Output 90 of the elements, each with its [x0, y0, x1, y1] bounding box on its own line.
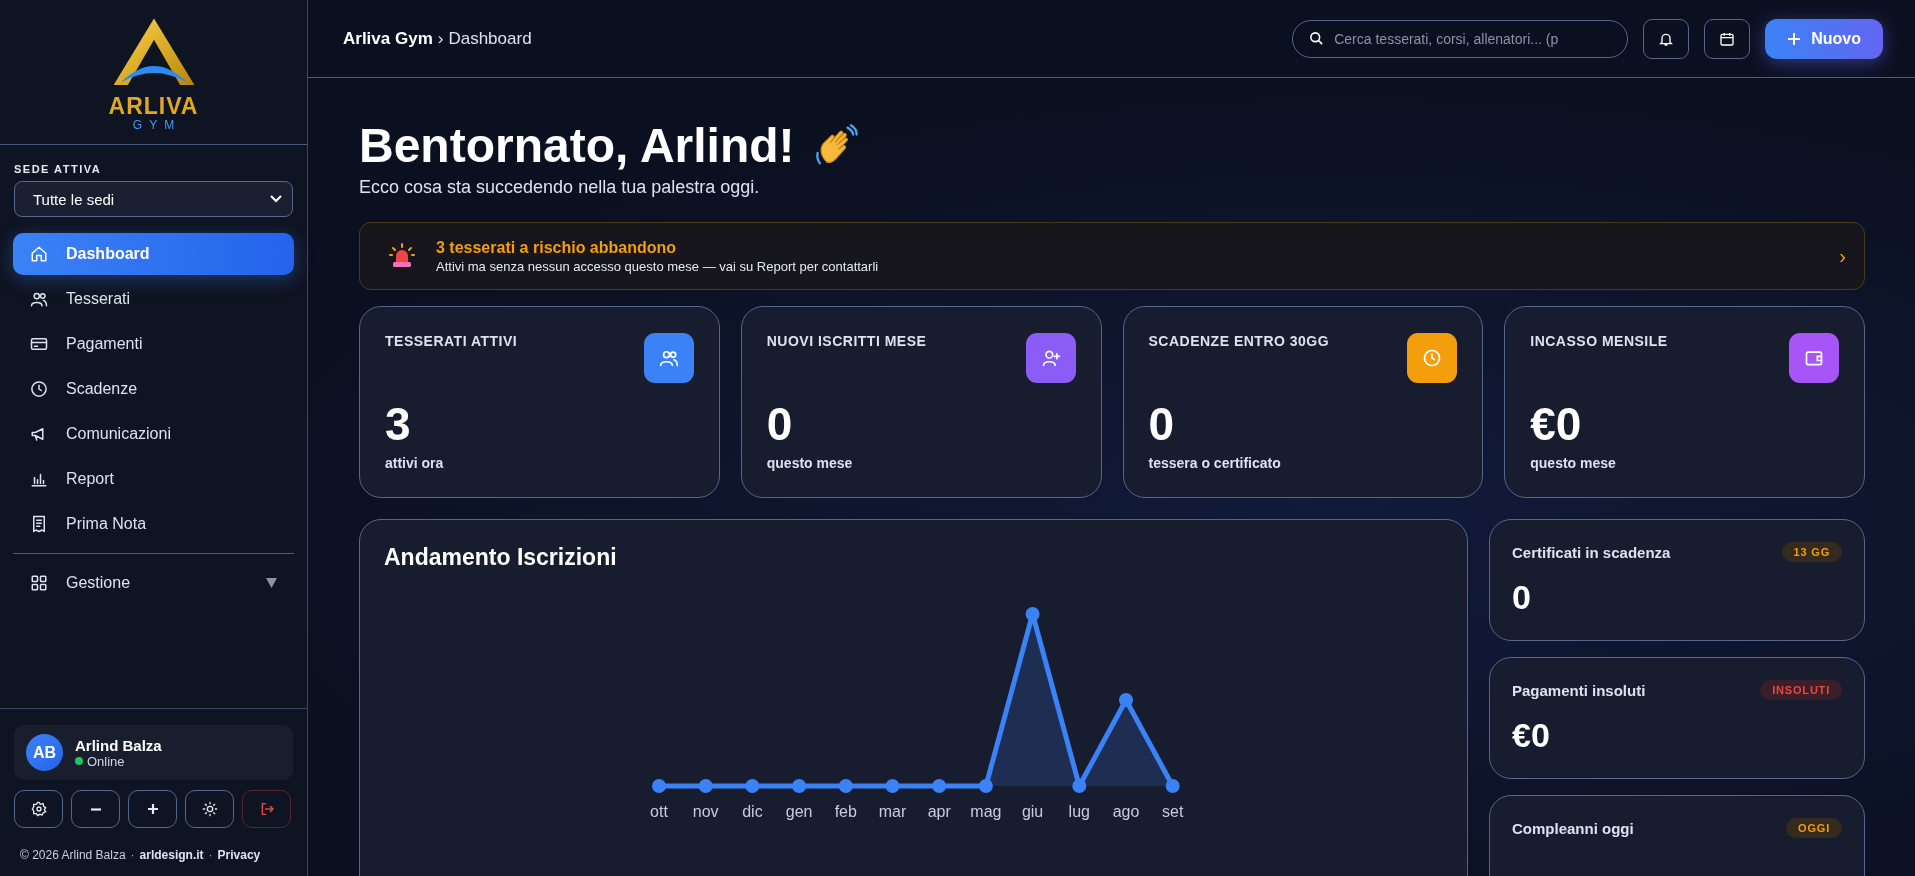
caret-icon: [266, 578, 277, 588]
users-icon: [30, 290, 48, 308]
alert-description: Attivi ma senza nessun accesso questo mese — vai su Report per contattarli: [436, 258, 880, 274]
summary-title: Compleanni oggi: [1512, 819, 1634, 837]
new-button[interactable]: Nuovo: [1765, 18, 1883, 59]
stat-value: 0: [1148, 399, 1176, 449]
clock-icon: [1422, 348, 1443, 368]
churn-alert[interactable]: 3 tesserati a rischio abbandono Attivi ma senza nessun accesso questo mese — vai su Report per contattarli ›: [359, 222, 1865, 290]
wallet-icon: [1804, 348, 1824, 368]
separator-dot: ·: [130, 848, 135, 862]
month-label: apr: [927, 803, 951, 820]
settings-button[interactable]: [14, 790, 63, 828]
welcome-heading: Bentornato, Arlind!: [359, 118, 795, 173]
nav-group[interactable]: Gestione: [13, 562, 294, 604]
nav-item[interactable]: Prima Nota: [13, 503, 294, 545]
zoom-in-button[interactable]: [128, 790, 177, 828]
receipt-icon: [30, 515, 48, 533]
calendar-button[interactable]: [1704, 18, 1751, 59]
summary-title: Pagamenti insoluti: [1512, 681, 1646, 699]
breadcrumb-link[interactable]: Arliva Gym: [343, 28, 433, 49]
stat-label: SCADENZE ENTRO 30GG: [1148, 333, 1330, 349]
summary-title: Certificati in scadenza: [1512, 543, 1671, 561]
notifications-button[interactable]: [1643, 18, 1690, 59]
clock-icon: [30, 380, 48, 398]
breadcrumb-current: Dashboard: [448, 28, 532, 49]
chevron-down-icon: [270, 195, 282, 203]
minus-icon: [90, 807, 101, 811]
month-label: mar: [878, 803, 907, 820]
month-label: nov: [692, 803, 719, 820]
website-link[interactable]: arldesign.it: [139, 848, 204, 862]
user-status: Online: [87, 753, 125, 769]
sun-icon: [201, 801, 218, 817]
month-label: lug: [1068, 803, 1090, 820]
plus-icon: [147, 804, 158, 814]
stat-label: TESSERATI ATTIVI: [385, 333, 518, 349]
stat-value: €0: [1530, 399, 1583, 449]
avatar: AB: [26, 734, 63, 771]
search-field[interactable]: Cerca tesserati, corsi, allenatori... (p: [1334, 30, 1616, 47]
breadcrumb-separator: ›: [437, 28, 444, 49]
stat-value: 0: [766, 399, 794, 449]
month-label: feb: [834, 803, 857, 820]
month-label: set: [1162, 803, 1184, 820]
month-label: ott: [650, 803, 668, 820]
stat-label: INCASSO MENSILE: [1530, 333, 1668, 349]
user-name: Arlind Balza: [75, 736, 162, 754]
nav-item[interactable]: Report: [13, 458, 294, 500]
month-label: ago: [1112, 803, 1140, 820]
calendar-icon: [1719, 30, 1736, 47]
nav-item[interactable]: Tesserati: [13, 278, 294, 320]
logo-subtitle: GYM: [131, 118, 182, 132]
plus-icon: [1787, 31, 1802, 46]
month-label: gen: [785, 803, 813, 820]
stat-value: 3: [385, 399, 412, 449]
alert-title: 3 tesserati a rischio abbandono: [436, 238, 678, 257]
site-label: SEDE ATTIVA: [14, 163, 103, 175]
month-label: giu: [1021, 803, 1044, 820]
nav-item[interactable]: Pagamenti: [13, 323, 294, 365]
month-label: dic: [742, 803, 763, 820]
gear-icon: [30, 801, 47, 817]
credit-card-icon: [30, 335, 48, 353]
home-icon: [30, 245, 48, 263]
users-icon: [658, 348, 679, 368]
search-icon: [1309, 31, 1325, 46]
theme-button[interactable]: [185, 790, 234, 828]
welcome-subtitle: Ecco cosa sta succedendo nella tua palestra oggi.: [359, 177, 761, 198]
chart-title: Andamento Iscrizioni: [384, 544, 618, 571]
stat-caption: questo mese: [766, 455, 854, 471]
chevron-right: ›: [1839, 244, 1846, 268]
status-badge: 13 GG: [1781, 542, 1842, 562]
privacy-link[interactable]: Privacy: [217, 848, 261, 862]
separator-dot: ·: [208, 848, 213, 862]
site-select[interactable]: Tutte le sedi: [14, 181, 293, 217]
stat-caption: tessera o certificato: [1148, 455, 1282, 471]
summary-value: €0: [1512, 716, 1551, 755]
grid-icon: [30, 574, 48, 592]
status-badge: INSOLUTI: [1760, 680, 1842, 700]
nav-item[interactable]: Dashboard: [13, 233, 294, 275]
user-plus-icon: [1040, 348, 1061, 368]
copyright-text: © 2026 Arlind Balza: [20, 848, 126, 862]
month-label: mag: [970, 803, 1002, 820]
nav-item[interactable]: Scadenze: [13, 368, 294, 410]
logo-wordmark: ARLIVA: [108, 94, 199, 118]
nav-item[interactable]: Comunicazioni: [13, 413, 294, 455]
summary-value: 0: [1512, 578, 1532, 617]
status-badge: OGGI: [1786, 818, 1842, 838]
stat-caption: questo mese: [1530, 455, 1617, 471]
zoom-out-button[interactable]: [71, 790, 120, 828]
siren-icon: [388, 242, 416, 270]
stat-label: NUOVI ISCRITTI MESE: [766, 333, 927, 349]
stat-caption: attivi ora: [385, 455, 445, 471]
